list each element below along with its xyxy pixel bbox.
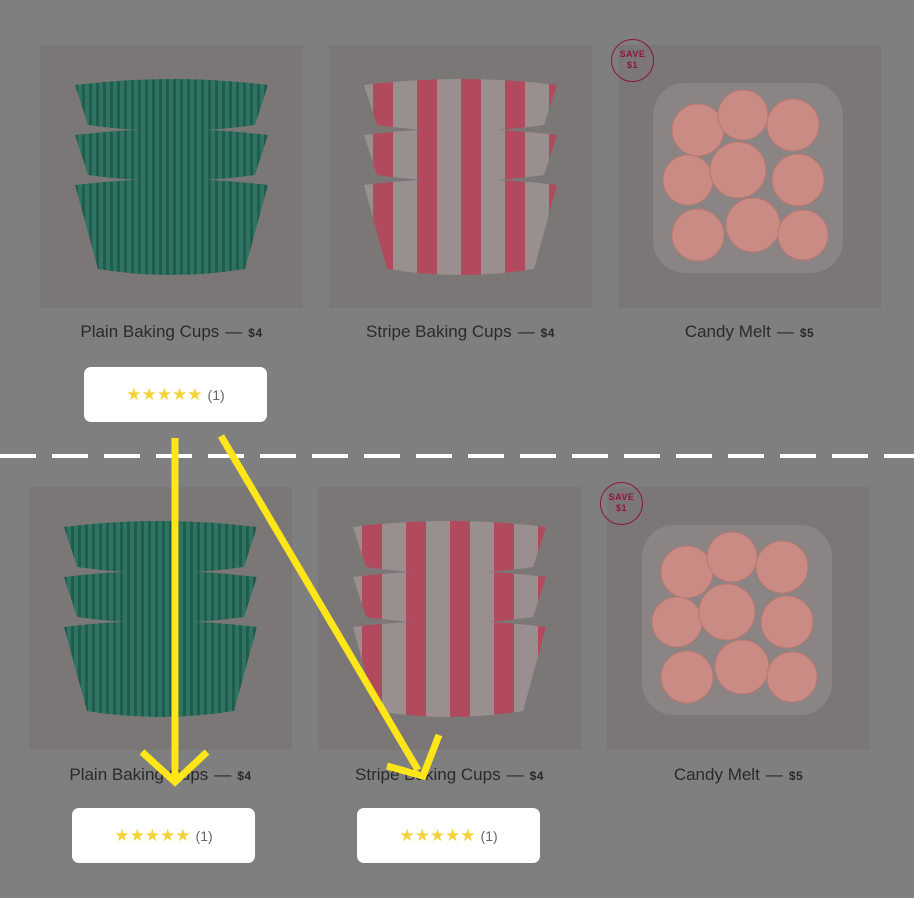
teal-baking-cups-image	[64, 521, 257, 717]
badge-line-save: SAVE	[608, 492, 635, 502]
product-price: $5	[788, 769, 804, 783]
striped-baking-cups-image	[353, 521, 546, 717]
product-price: $4	[529, 769, 544, 783]
badge-line-amount: $1	[615, 503, 627, 513]
product-price: $4	[237, 769, 252, 783]
title-separator: —	[506, 765, 524, 784]
product-title[interactable]: Plain Baking Cups	[69, 765, 208, 784]
title-separator: —	[765, 765, 783, 784]
product-image-plain-cups[interactable]	[29, 487, 292, 750]
title-separator: —	[214, 765, 232, 784]
product-card-stripe-cups[interactable]: Stripe Baking Cups — $4	[318, 487, 581, 784]
product-title-row: Candy Melt — $5	[607, 765, 870, 785]
after-section: Plain Baking Cups — $4 Stripe Baking Cups —…	[0, 0, 914, 898]
star-rating-icon: ★★★★★	[114, 825, 191, 845]
product-card-candy-melt[interactable]: Candy Melt — $5	[607, 487, 870, 784]
product-card-plain-cups[interactable]: Plain Baking Cups — $4	[29, 487, 292, 784]
candy-melt-bowl-image	[642, 525, 832, 715]
review-count[interactable]: (1)	[481, 828, 498, 844]
rating-widget[interactable]: ★★★★★ (1)	[357, 808, 540, 863]
product-image-candy-melt[interactable]	[607, 487, 870, 750]
star-rating-icon: ★★★★★	[399, 825, 476, 845]
product-title-row: Plain Baking Cups — $4	[29, 765, 292, 785]
product-title[interactable]: Stripe Baking Cups	[355, 765, 501, 784]
product-title-row: Stripe Baking Cups — $4	[318, 765, 581, 785]
product-image-stripe-cups[interactable]	[318, 487, 581, 750]
product-title[interactable]: Candy Melt	[674, 765, 760, 784]
review-count[interactable]: (1)	[196, 828, 213, 844]
rating-widget[interactable]: ★★★★★ (1)	[72, 808, 255, 863]
save-badge: SAVE $1	[600, 482, 643, 525]
